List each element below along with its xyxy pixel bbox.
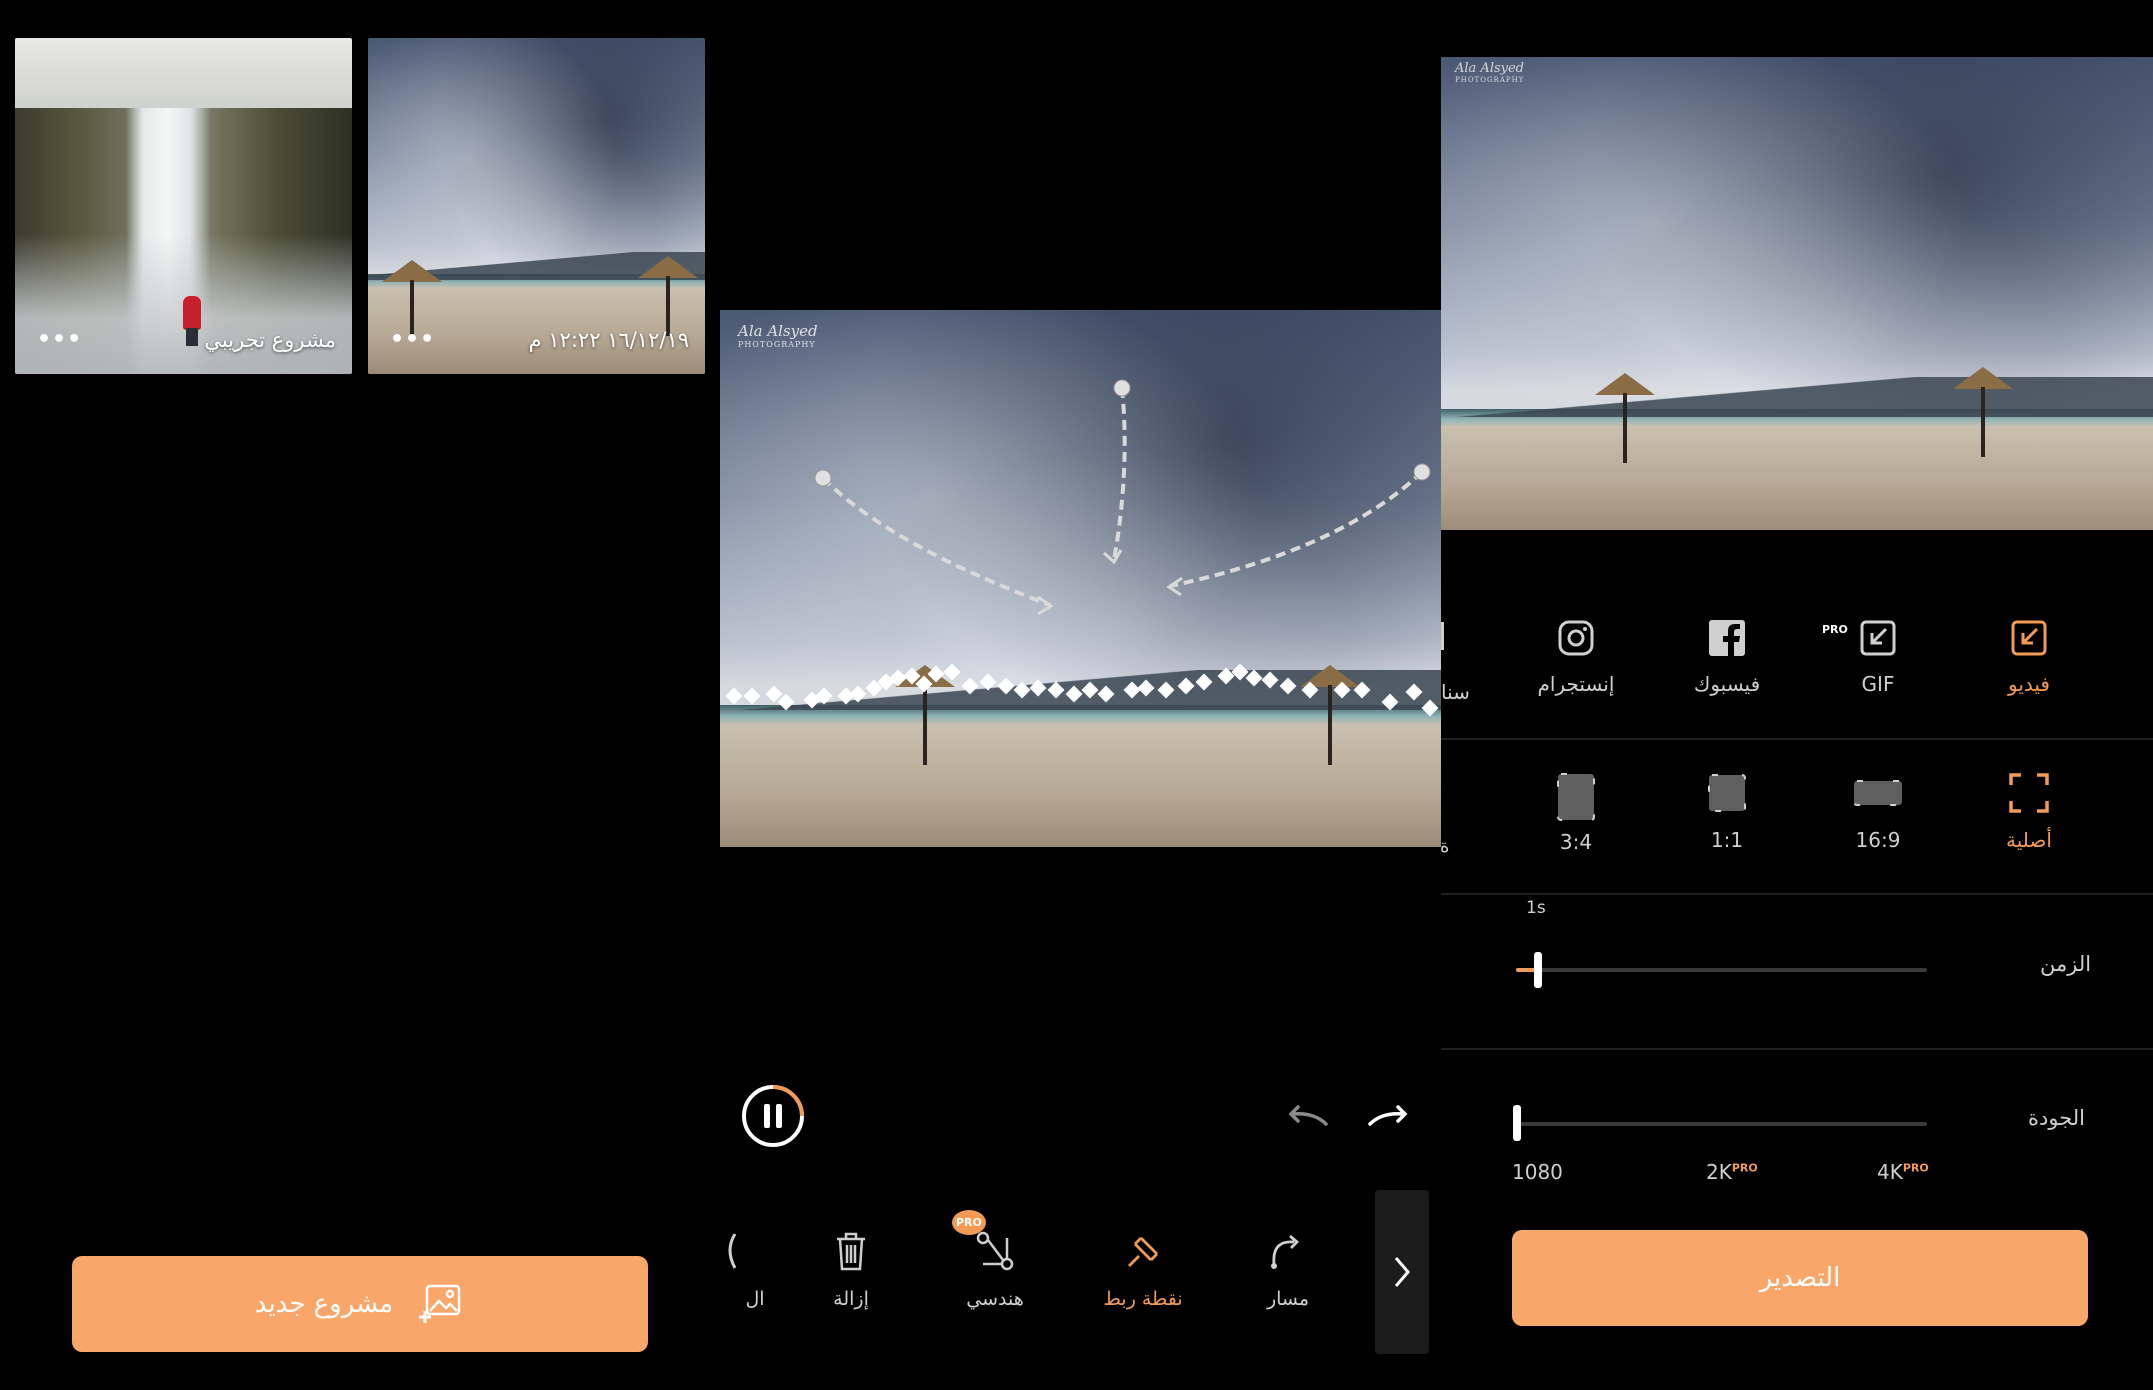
time-slider-track[interactable] <box>1516 968 1927 972</box>
path-anchor <box>814 469 832 487</box>
watermark: Ala Alsyed PHOTOGRAPHY <box>1455 61 1525 84</box>
add-image-icon <box>419 1284 461 1323</box>
export-label: التصدير <box>1759 1263 1841 1293</box>
time-value: 1s <box>1526 898 1546 918</box>
person-figure <box>183 296 201 346</box>
facebook-icon <box>1709 620 1745 656</box>
project-title: مشروع تجريبي <box>204 328 336 352</box>
share-instagram[interactable]: إنستجرام <box>1516 618 1636 696</box>
tools-next-button[interactable] <box>1375 1190 1429 1354</box>
project-menu-icon[interactable]: ••• <box>390 327 435 352</box>
ratio-label: 1:1 <box>1710 828 1744 852</box>
project-card-waterfall[interactable]: مشروع تجريبي ••• <box>15 38 352 374</box>
ratio-1-1[interactable]: 1:1 <box>1667 772 1787 852</box>
anchor-pin-icon <box>1128 1237 1158 1267</box>
export-gif-icon <box>1860 620 1896 656</box>
share-label: سنا <box>1441 680 1470 704</box>
share-facebook[interactable]: فيسبوك <box>1667 618 1787 696</box>
tool-partial[interactable]: ال <box>670 1230 780 1310</box>
pause-button[interactable] <box>740 1083 806 1149</box>
export-preview: Ala Alsyed PHOTOGRAPHY <box>1441 57 2153 533</box>
trash-icon <box>837 1232 865 1271</box>
chevron-right-icon <box>1394 1257 1410 1287</box>
path-icon <box>1271 1234 1300 1269</box>
pro-badge: PRO <box>1731 1161 1758 1175</box>
tool-path[interactable]: مسار <box>1233 1230 1343 1310</box>
geometric-icon <box>976 1231 1014 1271</box>
time-slider-thumb[interactable] <box>1534 952 1543 988</box>
share-gif[interactable]: GIF PRO <box>1818 618 1938 696</box>
path-anchor <box>1113 379 1131 397</box>
export-video-icon <box>2011 620 2047 656</box>
divider <box>1441 738 2153 740</box>
tool-label: هندسي <box>966 1288 1024 1310</box>
project-menu-icon[interactable]: ••• <box>37 327 82 352</box>
ratio-1-1-icon <box>1708 774 1746 812</box>
quality-option-2k[interactable]: 2KPRO <box>1706 1160 1758 1184</box>
tool-geometric[interactable]: هندسي PRO <box>940 1210 1050 1310</box>
new-project-button[interactable]: مشروع جديد <box>72 1256 648 1352</box>
partial-tool-icon <box>728 1233 737 1269</box>
tool-remove[interactable]: إزالة <box>796 1230 906 1310</box>
share-video[interactable]: فيديو <box>1969 618 2089 696</box>
pro-badge: PRO <box>1822 623 1848 636</box>
project-card-beach[interactable]: ١٦/١٢/١٩ ١٢:٢٢ م ••• <box>368 38 705 374</box>
quality-option-4k[interactable]: 4KPRO <box>1877 1160 1929 1184</box>
share-label: فيسبوك <box>1693 672 1761 696</box>
export-button[interactable]: التصدير <box>1512 1230 2088 1326</box>
tool-label: مسار <box>1266 1288 1310 1310</box>
ratio-partial-label: ة <box>1440 836 1450 857</box>
undo-icon[interactable] <box>1286 1102 1330 1132</box>
divider <box>1441 1048 2153 1050</box>
share-label: GIF <box>1861 672 1895 696</box>
tool-label: ال <box>745 1288 765 1310</box>
quality-slider-thumb[interactable] <box>1513 1105 1521 1141</box>
time-label: الزمن <box>2040 952 2092 976</box>
pro-badge: PRO <box>1902 1161 1929 1175</box>
ratio-16-9[interactable]: 16:9 <box>1818 772 1938 852</box>
quality-label: الجودة <box>2028 1106 2085 1130</box>
ratio-3-4[interactable]: 3:4 <box>1516 772 1636 854</box>
ratio-label: 16:9 <box>1855 828 1901 852</box>
ratio-16-9-icon <box>1853 780 1903 806</box>
quality-option-1080[interactable]: 1080 <box>1512 1160 1563 1184</box>
quality-slider-track[interactable] <box>1516 1122 1927 1126</box>
path-anchor <box>1413 463 1431 481</box>
redo-icon[interactable] <box>1366 1102 1410 1132</box>
ratio-3-4-icon <box>1557 773 1595 821</box>
ratio-original[interactable]: أصلية <box>1969 772 2089 852</box>
tool-anchor-point[interactable]: نقطة ربط <box>1088 1230 1198 1310</box>
fullscreen-icon <box>2009 773 2049 813</box>
share-snapchat[interactable]: سنا <box>1441 618 1471 708</box>
tool-label: إزالة <box>833 1288 869 1310</box>
ratio-label: 3:4 <box>1559 830 1593 854</box>
share-label: فيديو <box>2008 672 2050 696</box>
pro-badge: PRO <box>952 1210 986 1235</box>
share-label: إنستجرام <box>1537 672 1615 696</box>
divider <box>1441 893 2153 895</box>
instagram-icon <box>1558 620 1594 656</box>
ratio-label: أصلية <box>2006 828 2052 852</box>
new-project-label: مشروع جديد <box>254 1289 394 1319</box>
tool-label: نقطة ربط <box>1103 1288 1183 1310</box>
project-title: ١٦/١٢/١٩ ١٢:٢٢ م <box>528 328 689 352</box>
motion-paths[interactable] <box>720 310 1441 847</box>
editor-canvas[interactable]: Ala Alsyed PHOTOGRAPHY <box>720 310 1441 847</box>
